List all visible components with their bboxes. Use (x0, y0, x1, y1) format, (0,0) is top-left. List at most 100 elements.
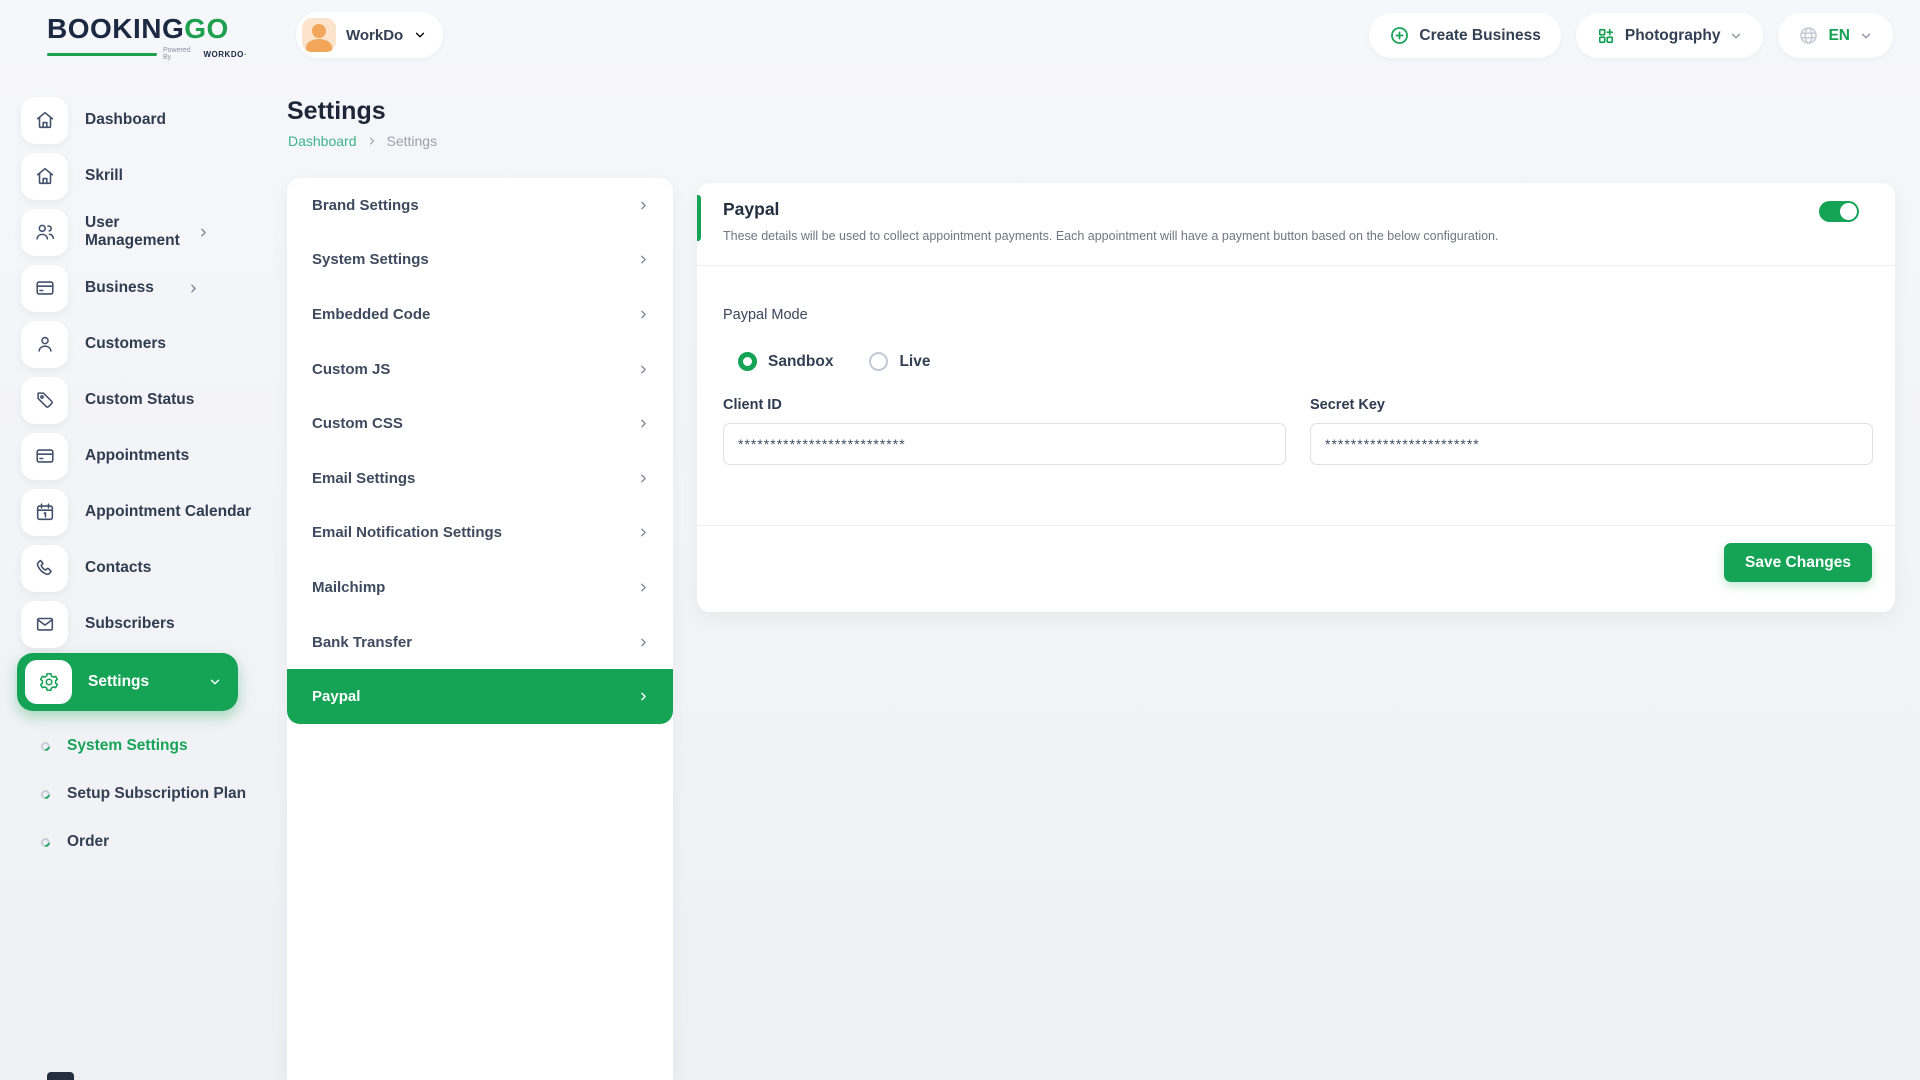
powered-by-text: Powered By (163, 47, 198, 61)
settings-menu-item-bank-transfer[interactable]: Bank Transfer (287, 615, 673, 670)
client-id-field-group: Client ID (723, 397, 1286, 465)
settings-menu-item-embedded-code[interactable]: Embedded Code (287, 287, 673, 342)
create-business-label: Create Business (1419, 27, 1540, 45)
paypal-settings-card: Paypal These details will be used to col… (697, 183, 1895, 612)
user-icon (21, 321, 68, 368)
live-radio-option[interactable]: Live (869, 352, 930, 371)
radio-unchecked-icon[interactable] (869, 352, 888, 371)
topbar: BOOKINGGO Powered By WORKDO· WorkDo Crea… (0, 0, 1920, 72)
logo-underline (47, 53, 157, 56)
language-label: EN (1828, 27, 1850, 45)
topbar-actions: Create Business Photography EN (1369, 13, 1893, 58)
card-divider (697, 525, 1895, 526)
create-business-button[interactable]: Create Business (1369, 13, 1560, 58)
settings-menu-item-brand-settings[interactable]: Brand Settings (287, 178, 673, 233)
sidebar-item-customers[interactable]: Customers (0, 316, 258, 372)
bullet-icon (39, 740, 52, 753)
toggle-knob (1840, 203, 1857, 220)
calendar-icon (21, 489, 68, 536)
sidebar-item-settings[interactable]: Settings (17, 653, 238, 711)
chevron-right-icon (637, 308, 650, 321)
chevron-right-icon (637, 472, 650, 485)
settings-menu-item-custom-js[interactable]: Custom JS (287, 342, 673, 397)
bullet-icon (39, 788, 52, 801)
credit-card-icon (21, 433, 68, 480)
chevron-right-icon (637, 363, 650, 376)
chevron-down-icon (413, 28, 427, 42)
bookinggo-logo[interactable]: BOOKINGGO Powered By WORKDO· (47, 14, 247, 61)
chevron-right-icon (637, 253, 650, 266)
card-accent-bar (697, 195, 701, 241)
gear-icon (25, 660, 72, 704)
sidebar-item-custom-status[interactable]: Custom Status (0, 372, 258, 428)
sidebar-item-appointments[interactable]: Appointments (0, 428, 258, 484)
chevron-right-icon (637, 690, 650, 703)
globe-icon (1798, 25, 1819, 46)
sidebar-item-skrill[interactable]: Skrill (0, 148, 258, 204)
sidebar-item-appointment-calendar[interactable]: Appointment Calendar (0, 484, 258, 540)
chevron-right-icon (637, 636, 650, 649)
sandbox-radio-option[interactable]: Sandbox (738, 352, 833, 371)
client-id-label: Client ID (723, 397, 1286, 413)
sidebar-subitem-system-settings[interactable]: System Settings (0, 722, 258, 770)
chevron-down-icon (1859, 29, 1873, 43)
paypal-mode-label: Paypal Mode (723, 307, 808, 323)
settings-menu-item-custom-css[interactable]: Custom CSS (287, 396, 673, 451)
chevron-right-icon (637, 199, 650, 212)
settings-menu-item-mailchimp[interactable]: Mailchimp (287, 560, 673, 615)
chevron-down-icon (1729, 29, 1743, 43)
mail-icon (21, 601, 68, 648)
breadcrumb: Dashboard Settings (288, 133, 437, 149)
users-icon (21, 209, 68, 256)
home-icon (21, 97, 68, 144)
settings-menu-item-email-notification-settings[interactable]: Email Notification Settings (287, 506, 673, 561)
home-icon (21, 153, 68, 200)
settings-menu-item-email-settings[interactable]: Email Settings (287, 451, 673, 506)
paypal-mode-radio-group: Sandbox Live (738, 352, 930, 371)
sidebar-item-dashboard[interactable]: Dashboard (0, 92, 258, 148)
logo-wordmark: BOOKINGGO (47, 14, 247, 44)
sidebar-item-contacts[interactable]: Contacts (0, 540, 258, 596)
settings-menu-item-paypal[interactable]: Paypal (287, 669, 673, 724)
radio-checked-icon[interactable] (738, 352, 757, 371)
sidebar: Dashboard Skrill User Management Busines… (0, 72, 258, 866)
sidebar-item-subscribers[interactable]: Subscribers (0, 596, 258, 652)
workspace-avatar (302, 18, 336, 52)
chevron-right-icon (366, 135, 378, 147)
sidebar-item-business[interactable]: Business (0, 260, 258, 316)
language-dropdown[interactable]: EN (1778, 13, 1893, 58)
paypal-enabled-toggle[interactable] (1819, 201, 1859, 222)
client-id-input[interactable] (723, 423, 1286, 465)
card-divider (697, 265, 1895, 266)
sidebar-subitem-setup-subscription-plan[interactable]: Setup Subscription Plan (0, 770, 258, 818)
business-type-dropdown[interactable]: Photography (1576, 13, 1764, 58)
breadcrumb-dashboard-link[interactable]: Dashboard (288, 133, 357, 149)
plus-circle-icon (1389, 25, 1410, 46)
paypal-card-description: These details will be used to collect ap… (723, 229, 1498, 243)
partial-tooltip (47, 1072, 74, 1080)
chevron-right-icon (637, 581, 650, 594)
grid-plus-icon (1596, 26, 1616, 46)
business-type-label: Photography (1625, 27, 1721, 45)
sidebar-subitem-order[interactable]: Order (0, 818, 258, 866)
save-changes-button[interactable]: Save Changes (1724, 543, 1872, 582)
secret-key-label: Secret Key (1310, 397, 1873, 413)
workspace-name: WorkDo (346, 27, 403, 44)
credit-card-icon (21, 265, 68, 312)
workdo-brand-text: WORKDO· (204, 50, 248, 59)
page-title: Settings (287, 97, 386, 126)
settings-menu-item-system-settings[interactable]: System Settings (287, 233, 673, 288)
settings-menu-panel: Brand Settings System Settings Embedded … (287, 178, 673, 1080)
app-root: BOOKINGGO Powered By WORKDO· WorkDo Crea… (0, 0, 1920, 1080)
sidebar-item-user-management[interactable]: User Management (0, 204, 258, 260)
credentials-fields: Client ID Secret Key (723, 397, 1873, 465)
chevron-right-icon (637, 417, 650, 430)
settings-subnav: System Settings Setup Subscription Plan … (0, 711, 258, 866)
secret-key-input[interactable] (1310, 423, 1873, 465)
secret-key-field-group: Secret Key (1310, 397, 1873, 465)
tag-icon (21, 377, 68, 424)
paypal-card-title: Paypal (723, 199, 779, 220)
breadcrumb-current: Settings (387, 133, 438, 149)
chevron-down-icon (208, 675, 222, 689)
workspace-switcher[interactable]: WorkDo (296, 12, 443, 58)
